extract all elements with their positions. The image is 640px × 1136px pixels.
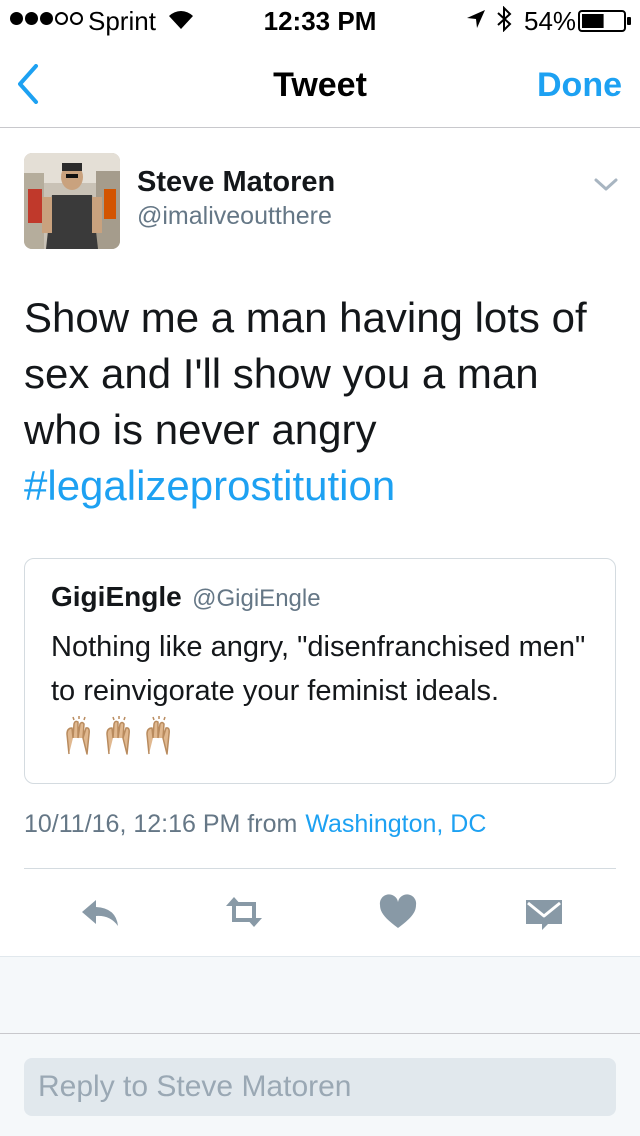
direct-message-icon[interactable] <box>522 892 566 932</box>
timestamp-text: 10/11/16, 12:16 PM from <box>24 810 298 838</box>
tweet-text: Show me a man having lots of sex and I'l… <box>24 290 614 514</box>
battery-percentage: 54% <box>524 6 577 36</box>
separator-band <box>0 956 640 1034</box>
quote-header: GigiEngle @GigiEngle <box>51 581 321 613</box>
clapping-hands-icon <box>106 716 130 756</box>
reply-bar <box>0 1034 640 1136</box>
avatar[interactable] <box>24 153 120 249</box>
clapping-hands-emoji-row <box>59 716 179 756</box>
quote-text: Nothing like angry, "disenfranchised men… <box>51 625 601 757</box>
hashtag-link[interactable]: #legalizeprostitution <box>24 458 614 514</box>
reply-input[interactable] <box>24 1058 616 1116</box>
author-name[interactable]: Steve Matoren <box>137 166 335 199</box>
reply-icon[interactable] <box>78 892 122 932</box>
heart-icon[interactable] <box>376 892 420 932</box>
quote-body: Nothing like angry, "disenfranchised men… <box>51 631 586 707</box>
quote-author-handle: @GigiEngle <box>192 585 321 612</box>
done-button[interactable]: Done <box>537 66 622 105</box>
divider <box>24 868 616 869</box>
bluetooth-icon <box>497 6 512 32</box>
battery-icon <box>578 10 631 32</box>
location-arrow-icon <box>467 10 485 28</box>
quoted-tweet-card[interactable]: GigiEngle @GigiEngle Nothing like angry,… <box>24 558 616 784</box>
retweet-icon[interactable] <box>222 892 266 932</box>
status-bar: Sprint 12:33 PM 54% <box>0 0 640 40</box>
tweet-body: Show me a man having lots of sex and I'l… <box>24 294 587 453</box>
tweet-detail-screen: Sprint 12:33 PM 54% Tweet Done Steve Mat… <box>0 0 640 1136</box>
author-handle[interactable]: @imaliveoutthere <box>137 202 332 231</box>
chevron-down-icon[interactable] <box>592 172 620 196</box>
avatar-photo <box>24 153 120 249</box>
clapping-hands-icon <box>66 716 90 756</box>
tweet-timestamp: 10/11/16, 12:16 PM from Washington, DC <box>24 810 486 839</box>
location-link[interactable]: Washington, DC <box>305 810 486 838</box>
clapping-hands-icon <box>146 716 170 756</box>
quote-author-name: GigiEngle <box>51 581 182 612</box>
navigation-bar: Tweet Done <box>0 40 640 128</box>
